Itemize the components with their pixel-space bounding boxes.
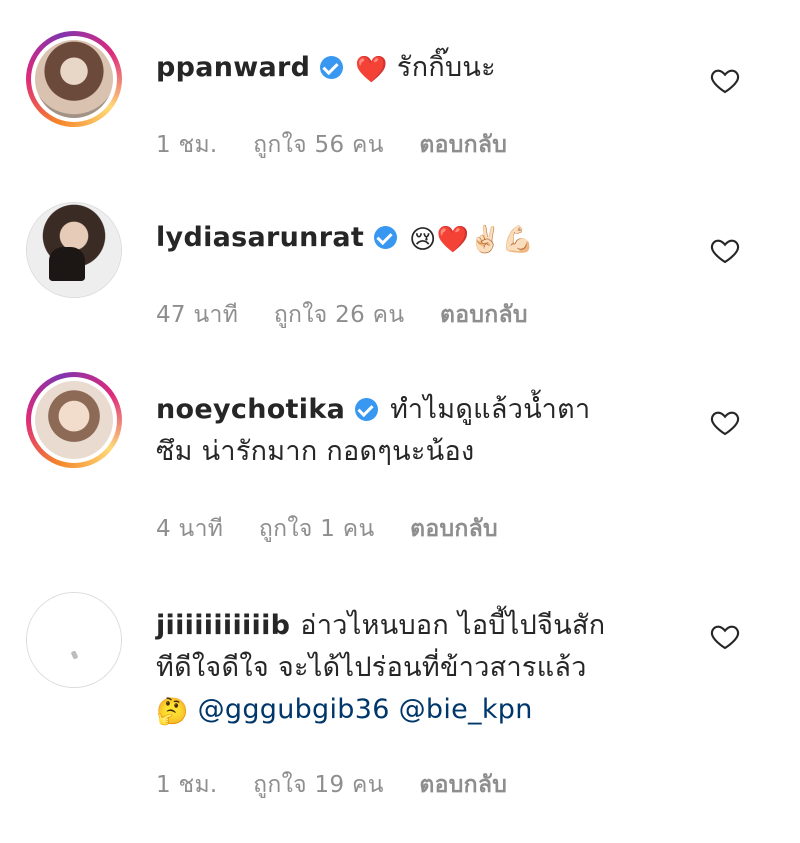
- comment-likes[interactable]: ถูกใจ 26 คน: [274, 302, 405, 328]
- heart-outline-icon[interactable]: [708, 406, 742, 438]
- avatar[interactable]: [26, 31, 122, 127]
- avatar-photo: [35, 40, 113, 118]
- verified-badge-icon: [374, 226, 398, 249]
- verified-badge-icon: [320, 56, 344, 79]
- reply-button[interactable]: ตอบกลับ: [410, 516, 498, 542]
- comment-username[interactable]: noeychotika: [156, 394, 345, 425]
- avatar-photo: [27, 203, 121, 297]
- comment-time[interactable]: 47 นาที: [156, 302, 238, 328]
- comment-emoji: 😢❤️✌🏻💪🏻: [409, 225, 535, 255]
- heart-outline-icon[interactable]: [708, 620, 742, 652]
- comment-text-line: ทีดีใจดีใจ จะได้ไปร่อนที่ข้าวสารแล้ว: [156, 652, 587, 683]
- avatar-photo: [27, 593, 121, 687]
- reply-button[interactable]: ตอบกลับ: [419, 132, 507, 158]
- comment-time[interactable]: 4 นาที: [156, 516, 223, 542]
- avatar[interactable]: [26, 592, 122, 688]
- comment-likes[interactable]: ถูกใจ 19 คน: [253, 772, 384, 798]
- mention-link[interactable]: @bie_kpn: [399, 694, 533, 725]
- comment-text: อ่าวไหนบอก ไอบี้ไปจีนสัก: [300, 610, 606, 641]
- comment-username[interactable]: ppanward: [156, 52, 310, 83]
- comment-likes[interactable]: ถูกใจ 1 คน: [259, 516, 375, 542]
- comment-text-line: ซึม น่ารักมาก กอดๆนะน้อง: [156, 436, 475, 467]
- reply-button[interactable]: ตอบกลับ: [440, 302, 528, 328]
- comment-time[interactable]: 1 ชม.: [156, 132, 218, 158]
- comment-username[interactable]: jiiiiiiiiiiib: [156, 610, 290, 641]
- reply-button[interactable]: ตอบกลับ: [419, 772, 507, 798]
- heart-outline-icon[interactable]: [708, 64, 742, 96]
- verified-badge-icon: [355, 398, 379, 421]
- comment-emoji: ❤️: [355, 55, 388, 85]
- avatar[interactable]: [26, 372, 122, 468]
- comment-time[interactable]: 1 ชม.: [156, 772, 218, 798]
- comment-likes[interactable]: ถูกใจ 56 คน: [253, 132, 384, 158]
- thinking-emoji: 🤔: [156, 697, 189, 727]
- comment-text: รักกิ๊บนะ: [396, 52, 496, 83]
- comment-username[interactable]: lydiasarunrat: [156, 222, 364, 253]
- heart-outline-icon[interactable]: [708, 234, 742, 266]
- comment-text: ทำไมดูแล้วน้ำตา: [390, 394, 591, 425]
- avatar[interactable]: [26, 202, 122, 298]
- mention-link[interactable]: @gggubgib36: [198, 694, 390, 725]
- avatar-photo: [35, 381, 113, 459]
